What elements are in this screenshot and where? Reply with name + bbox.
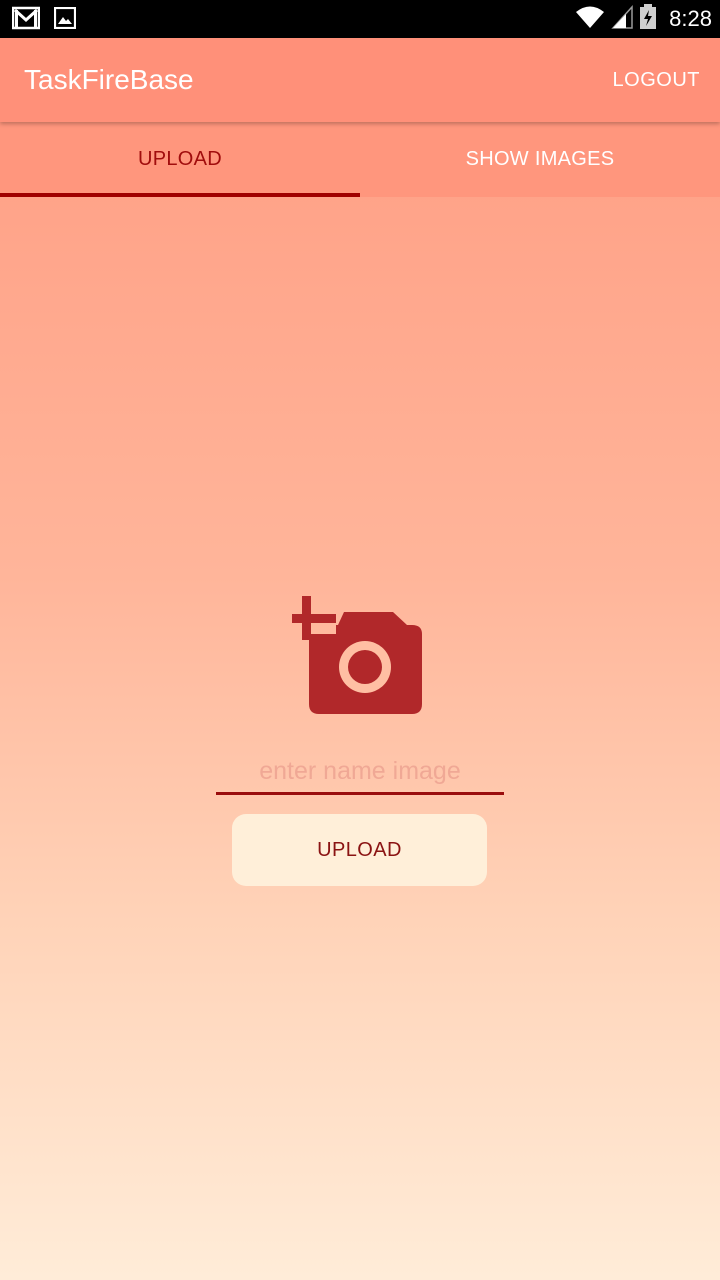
signal-icon bbox=[611, 4, 633, 34]
gallery-icon bbox=[53, 6, 77, 34]
tab-upload[interactable]: UPLOAD bbox=[0, 122, 360, 197]
upload-button[interactable]: UPLOAD bbox=[232, 814, 487, 886]
status-bar-notifications bbox=[11, 6, 77, 35]
app-bar: TaskFireBase LOGOUT bbox=[0, 38, 720, 122]
gmail-icon bbox=[11, 6, 41, 35]
status-bar: 8:28 bbox=[0, 0, 720, 38]
status-bar-system: 8:28 bbox=[575, 0, 712, 38]
screen: 8:28 TaskFireBase LOGOUT UPLOAD SHOW IMA… bbox=[0, 0, 720, 1280]
active-tab-indicator bbox=[0, 193, 360, 197]
add-photo-camera-icon[interactable] bbox=[290, 594, 424, 716]
app-title: TaskFireBase bbox=[24, 64, 194, 95]
image-name-input[interactable] bbox=[216, 750, 504, 795]
tab-show-images-label: SHOW IMAGES bbox=[465, 148, 615, 170]
tab-upload-label: UPLOAD bbox=[137, 148, 223, 170]
wifi-icon bbox=[575, 5, 605, 34]
tab-show-images[interactable]: SHOW IMAGES bbox=[360, 122, 720, 197]
battery-icon bbox=[639, 3, 657, 35]
logout-button[interactable]: LOGOUT bbox=[613, 68, 700, 92]
tab-bar: UPLOAD SHOW IMAGES bbox=[0, 122, 720, 197]
status-time: 8:28 bbox=[669, 6, 712, 31]
